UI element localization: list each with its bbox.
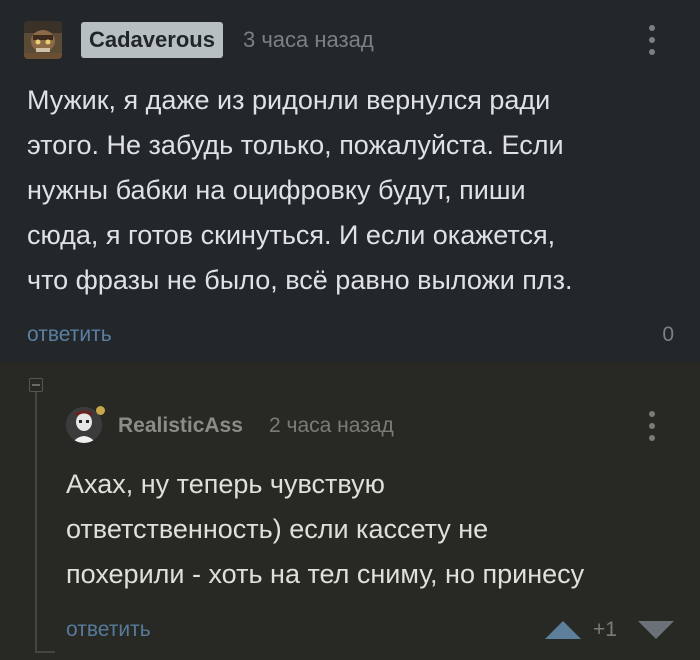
upvote-arrow-icon[interactable] bbox=[545, 621, 581, 639]
comment-text: Ахах, ну теперь чувствую ответственность… bbox=[66, 469, 585, 589]
rating-count: +1 bbox=[593, 618, 617, 641]
reply-count: 0 bbox=[662, 323, 674, 346]
more-vertical-icon[interactable] bbox=[640, 408, 664, 444]
thread-line[interactable] bbox=[35, 392, 37, 652]
timestamp[interactable]: 2 часа назад bbox=[269, 412, 394, 440]
online-status-dot bbox=[96, 406, 105, 415]
author-name[interactable]: RealisticAss bbox=[118, 412, 243, 440]
timestamp[interactable]: 3 часа назад bbox=[243, 26, 374, 54]
author-name[interactable]: Cadaverous bbox=[81, 22, 223, 58]
thread-branch bbox=[35, 651, 55, 653]
reply-button[interactable]: ответить bbox=[66, 617, 151, 643]
avatar-icon bbox=[24, 21, 62, 59]
comment-text: Мужик, я даже из ридонли вернулся ради э… bbox=[27, 85, 573, 295]
collapse-thread-icon[interactable] bbox=[29, 378, 43, 392]
comment-cadaverous: Cadaverous 3 часа назад Мужик, я даже из… bbox=[0, 0, 700, 362]
more-vertical-icon[interactable] bbox=[640, 22, 664, 58]
downvote-arrow-icon[interactable] bbox=[638, 621, 674, 639]
avatar[interactable] bbox=[24, 21, 62, 59]
reply-button[interactable]: ответить bbox=[27, 322, 112, 348]
